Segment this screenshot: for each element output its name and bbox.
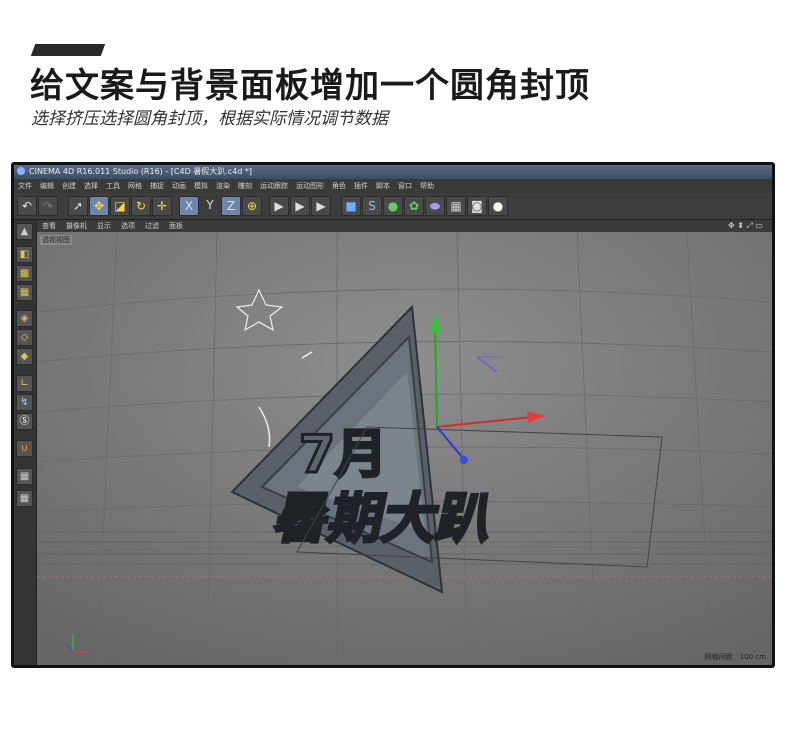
- floor-icon[interactable]: ▦: [446, 196, 466, 216]
- grid-spacing-readout: 网格间距：100 cm: [704, 653, 766, 661]
- menu-character[interactable]: 角色: [328, 179, 350, 193]
- viewport-menu-options[interactable]: 选项: [116, 220, 140, 232]
- menu-create[interactable]: 创建: [58, 179, 80, 193]
- coordinate-system-icon[interactable]: ⊕: [242, 196, 262, 216]
- make-editable-icon[interactable]: ▲: [16, 223, 33, 240]
- window-titlebar: CINEMA 4D R16.011 Studio (R16) - [C4D 暑假…: [14, 165, 772, 179]
- undo-icon[interactable]: ↶: [17, 196, 37, 216]
- x-axis-lock-button[interactable]: X: [179, 196, 199, 216]
- render-view-icon[interactable]: ▶: [269, 196, 289, 216]
- tutorial-subtitle: 选择挤压选择圆角封顶，根据实际情况调节数据: [31, 109, 388, 129]
- locked-workplane-icon[interactable]: ▦: [16, 490, 33, 507]
- cinema4d-app-icon: [17, 167, 25, 175]
- recent-tools-icon[interactable]: ✛: [152, 196, 172, 216]
- screenshot-frame: CINEMA 4D R16.011 Studio (R16) - [C4D 暑假…: [11, 162, 775, 668]
- viewport-navigation-icons[interactable]: ✥ ⬍ ⤢ ▭: [723, 220, 768, 232]
- viewport-menu-cameras[interactable]: 摄像机: [61, 220, 92, 232]
- cinema4d-window: CINEMA 4D R16.011 Studio (R16) - [C4D 暑假…: [14, 165, 772, 665]
- workplane-mode-icon[interactable]: ▦: [16, 284, 33, 301]
- snapping-icon[interactable]: ∪: [16, 440, 33, 457]
- texture-mode-icon[interactable]: ▩: [16, 265, 33, 282]
- axis-mode-icon[interactable]: ∟: [16, 375, 33, 392]
- polygons-mode-icon[interactable]: ◆: [16, 348, 33, 365]
- title-accent-bar: [30, 44, 106, 56]
- camera-icon[interactable]: ◙: [467, 196, 487, 216]
- viewport-label: 透视视图: [40, 235, 72, 245]
- menu-select[interactable]: 选择: [80, 179, 102, 193]
- viewport-menu: 查看 摄像机 显示 选项 过滤 面板 ✥ ⬍ ⤢ ▭: [37, 220, 772, 232]
- tutorial-title: 给文案与背景面板增加一个圆角封顶: [30, 66, 590, 106]
- menu-motion-tracker[interactable]: 运动跟踪: [256, 179, 292, 193]
- left-tool-palette: ▲ ◧ ▩ ▦ ◈ ◇ ◆ ∟ ↯ Ⓢ ∪ ▦ ▦: [14, 220, 37, 665]
- redo-icon[interactable]: ↷: [38, 196, 58, 216]
- deformer-icon[interactable]: ⬬: [425, 196, 445, 216]
- y-axis-lock-button[interactable]: Y: [200, 196, 220, 216]
- menu-animate[interactable]: 动画: [168, 179, 190, 193]
- scene-text-7month: 7月: [299, 425, 387, 485]
- cube-object-icon[interactable]: ■: [341, 196, 361, 216]
- window-title: CINEMA 4D R16.011 Studio (R16) - [C4D 暑假…: [29, 167, 253, 176]
- menu-mesh[interactable]: 网格: [124, 179, 146, 193]
- menu-snap[interactable]: 捕捉: [146, 179, 168, 193]
- rotate-tool-icon[interactable]: ↻: [131, 196, 151, 216]
- z-axis-lock-button[interactable]: Z: [221, 196, 241, 216]
- viewport-menu-filter[interactable]: 过滤: [140, 220, 164, 232]
- menu-file[interactable]: 文件: [14, 179, 36, 193]
- menu-render[interactable]: 渲染: [212, 179, 234, 193]
- viewport-menu-view[interactable]: 查看: [37, 220, 61, 232]
- pen-spline-icon[interactable]: S: [362, 196, 382, 216]
- workplane-icon[interactable]: ▦: [16, 468, 33, 485]
- render-settings-icon[interactable]: ▶: [311, 196, 331, 216]
- menu-sculpt[interactable]: 雕刻: [234, 179, 256, 193]
- render-picture-viewer-icon[interactable]: ▶: [290, 196, 310, 216]
- menu-help[interactable]: 帮助: [416, 179, 438, 193]
- light-icon[interactable]: ●: [488, 196, 508, 216]
- tweak-mode-icon[interactable]: ↯: [16, 394, 33, 411]
- move-tool-icon[interactable]: ✥: [89, 196, 109, 216]
- perspective-viewport[interactable]: 7月 暑期大趴 透视视图 网格间距：100 cm: [37, 232, 772, 665]
- cloner-icon[interactable]: ✿: [404, 196, 424, 216]
- solo-mode-icon[interactable]: Ⓢ: [16, 413, 33, 430]
- subdivision-surface-icon[interactable]: ●: [383, 196, 403, 216]
- menu-simulate[interactable]: 模拟: [190, 179, 212, 193]
- viewport-menu-panel[interactable]: 面板: [164, 220, 188, 232]
- menu-bar: 文件 编辑 创建 选择 工具 网格 捕捉 动画 模拟 渲染 雕刻 运动跟踪 运动图形 角色 插件 脚本 窗口 帮助: [14, 179, 772, 193]
- points-mode-icon[interactable]: ◈: [16, 310, 33, 327]
- edges-mode-icon[interactable]: ◇: [16, 329, 33, 346]
- menu-mograph[interactable]: 运动图形: [292, 179, 328, 193]
- model-mode-icon[interactable]: ◧: [16, 246, 33, 263]
- scale-tool-icon[interactable]: ◪: [110, 196, 130, 216]
- menu-tools[interactable]: 工具: [102, 179, 124, 193]
- menu-window[interactable]: 窗口: [394, 179, 416, 193]
- menu-script[interactable]: 脚本: [372, 179, 394, 193]
- menu-edit[interactable]: 编辑: [36, 179, 58, 193]
- live-selection-icon[interactable]: ➚: [68, 196, 88, 216]
- viewport-menu-display[interactable]: 显示: [92, 220, 116, 232]
- menu-plugins[interactable]: 插件: [350, 179, 372, 193]
- viewport-scene: 7月 暑期大趴: [37, 232, 772, 665]
- main-toolbar: ↶ ↷ ➚ ✥ ◪ ↻ ✛ X Y Z ⊕ ▶ ▶ ▶ ■ S ● ✿ ⬬ ▦ …: [14, 193, 772, 220]
